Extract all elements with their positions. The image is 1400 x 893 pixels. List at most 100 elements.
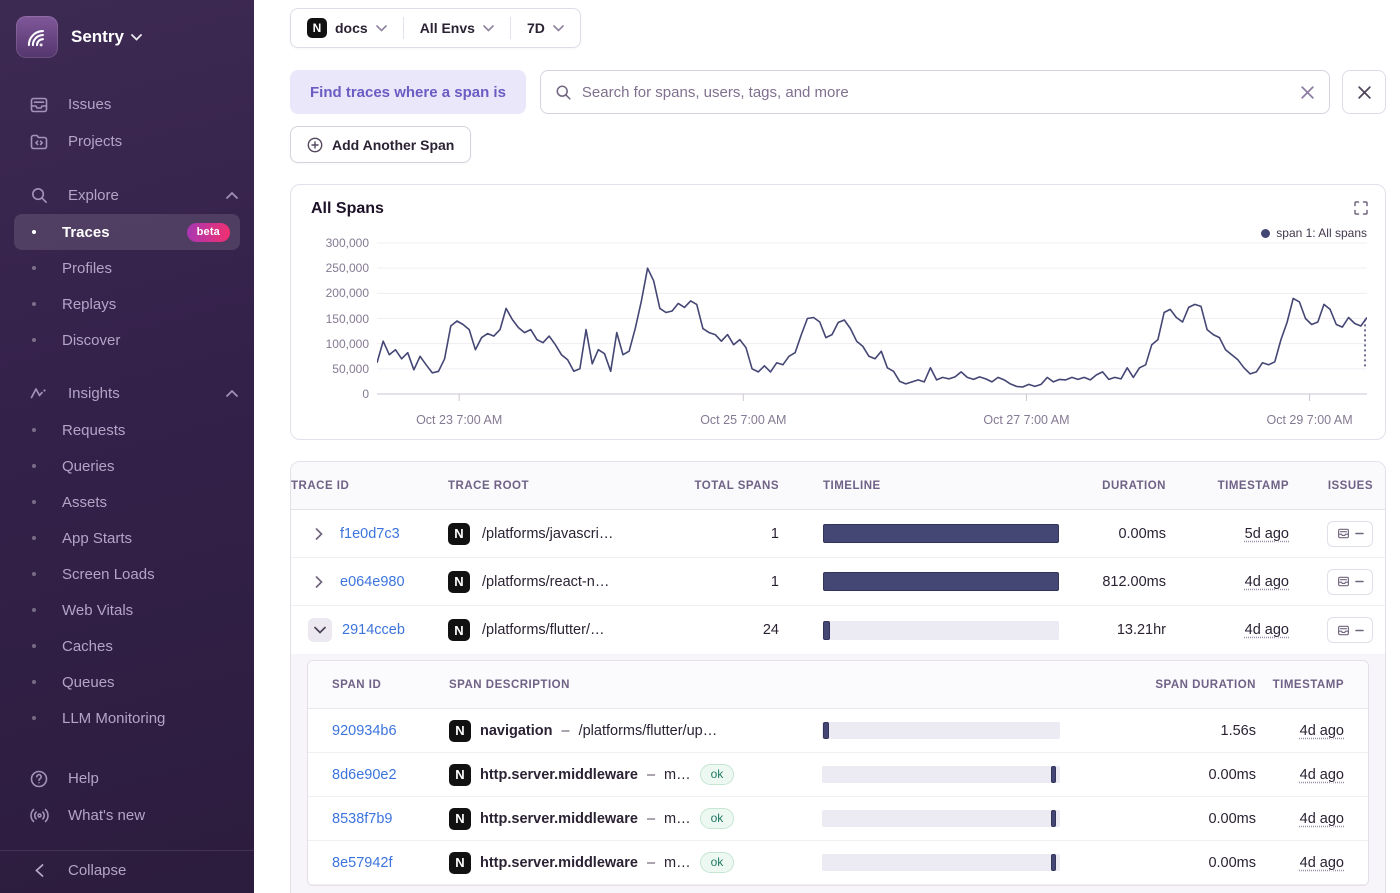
sidebar-item-label: Caches: [62, 638, 113, 655]
all-spans-chart-svg: [377, 239, 1367, 409]
sidebar-item-label: Replays: [62, 296, 116, 313]
sidebar-item-screen-loads[interactable]: Screen Loads: [14, 556, 240, 592]
issues-button[interactable]: [1327, 617, 1373, 643]
issues-button[interactable]: [1327, 569, 1373, 595]
add-another-span-label: Add Another Span: [332, 137, 454, 153]
sidebar-item-app-starts[interactable]: App Starts: [14, 520, 240, 556]
bullet-icon: [32, 680, 36, 684]
sidebar-group-label: Insights: [68, 385, 120, 402]
column-header[interactable]: DURATION: [1059, 480, 1166, 492]
sidebar-collapse-button[interactable]: Collapse: [0, 850, 254, 893]
sidebar-item-projects[interactable]: Projects: [0, 123, 254, 160]
sidebar-item-queries[interactable]: Queries: [14, 448, 240, 484]
sidebar-item-label: Issues: [68, 96, 111, 113]
collapse-chevron-down-icon[interactable]: [308, 618, 332, 642]
duration: 0.00ms: [1059, 526, 1166, 542]
span-description: m…: [664, 811, 691, 827]
chart-legend[interactable]: span 1: All spans: [1261, 226, 1367, 240]
expand-chevron-right-icon[interactable]: [308, 528, 330, 540]
column-header[interactable]: ISSUES: [1289, 480, 1386, 492]
timestamp[interactable]: 5d ago: [1245, 526, 1289, 542]
timestamp[interactable]: 4d ago: [1300, 723, 1344, 739]
timestamp[interactable]: 4d ago: [1245, 574, 1289, 590]
column-header[interactable]: TIMESTAMP: [1166, 480, 1289, 492]
sidebar-item-help[interactable]: Help: [0, 760, 254, 797]
nextjs-platform-icon: N: [448, 571, 470, 593]
span-id-link[interactable]: 920934b6: [332, 723, 397, 739]
timestamp[interactable]: 4d ago: [1300, 767, 1344, 783]
fullscreen-icon[interactable]: [1353, 200, 1369, 221]
column-header[interactable]: SPAN DESCRIPTION: [449, 679, 822, 691]
span-row: 8e57942f N http.server.middleware – m… o…: [308, 841, 1368, 885]
date-range-selector[interactable]: 7D: [511, 9, 580, 47]
project-selector[interactable]: N docs: [291, 9, 403, 47]
sidebar-item-assets[interactable]: Assets: [14, 484, 240, 520]
trace-id-link[interactable]: f1e0d7c3: [340, 526, 400, 542]
span-duration: 0.00ms: [1060, 767, 1256, 783]
sidebar-item-web-vitals[interactable]: Web Vitals: [14, 592, 240, 628]
column-header[interactable]: TIMELINE: [791, 480, 1059, 492]
environment-selector[interactable]: All Envs: [404, 9, 510, 47]
sidebar-item-label: Collapse: [68, 862, 126, 879]
sidebar-item-caches[interactable]: Caches: [14, 628, 240, 664]
add-another-span-button[interactable]: Add Another Span: [290, 126, 471, 163]
sidebar-item-label: App Starts: [62, 530, 132, 547]
issues-button[interactable]: [1327, 521, 1373, 547]
timestamp[interactable]: 4d ago: [1245, 622, 1289, 638]
sidebar-item-discover[interactable]: Discover: [14, 322, 240, 358]
x-tick-label: Oct 29 7:00 AM: [1266, 413, 1352, 427]
sidebar-item-traces[interactable]: Traces beta: [14, 214, 240, 250]
status-badge: ok: [700, 764, 735, 785]
column-header[interactable]: TRACE ID: [291, 480, 448, 492]
legend-label: span 1: All spans: [1276, 226, 1367, 240]
sidebar-item-profiles[interactable]: Profiles: [14, 250, 240, 286]
main-content: N docs All Envs 7D Find traces where a s…: [254, 0, 1400, 893]
column-header[interactable]: TIMESTAMP: [1256, 679, 1368, 691]
clear-search-icon[interactable]: [1300, 85, 1315, 100]
span-row: 8d6e90e2 N http.server.middleware – m… o…: [308, 753, 1368, 797]
find-traces-label: Find traces where a span is: [290, 70, 526, 114]
add-span-row: Add Another Span: [290, 126, 1386, 163]
timestamp[interactable]: 4d ago: [1300, 855, 1344, 871]
timestamp[interactable]: 4d ago: [1300, 811, 1344, 827]
org-switcher[interactable]: Sentry: [0, 10, 254, 60]
column-header[interactable]: SPAN DURATION: [1060, 679, 1256, 691]
total-spans: 1: [691, 574, 791, 590]
chart-title: All Spans: [311, 200, 384, 218]
sidebar-item-issues[interactable]: Issues: [0, 86, 254, 123]
environment-value: All Envs: [420, 20, 475, 36]
total-spans: 24: [691, 622, 791, 638]
expanded-trace-panel: SPAN ID SPAN DESCRIPTION SPAN DURATION T…: [291, 654, 1385, 893]
search-icon: [555, 84, 572, 101]
minus-icon: [1355, 580, 1364, 583]
sidebar-group-explore[interactable]: Explore: [0, 177, 254, 214]
remove-span-filter-button[interactable]: [1342, 70, 1386, 114]
sidebar-item-replays[interactable]: Replays: [14, 286, 240, 322]
spans-table-header: SPAN ID SPAN DESCRIPTION SPAN DURATION T…: [308, 661, 1368, 709]
sidebar-group-insights[interactable]: Insights: [0, 375, 254, 412]
status-badge: ok: [700, 808, 735, 829]
column-header[interactable]: TRACE ROOT: [448, 480, 691, 492]
separator: –: [562, 723, 570, 739]
sidebar-item-label: Screen Loads: [62, 566, 155, 583]
span-id-link[interactable]: 8d6e90e2: [332, 767, 397, 783]
column-header[interactable]: SPAN ID: [308, 679, 449, 691]
span-id-link[interactable]: 8e57942f: [332, 855, 392, 871]
nextjs-platform-icon: N: [449, 808, 471, 830]
minus-icon: [1355, 532, 1364, 535]
sidebar-item-queues[interactable]: Queues: [14, 664, 240, 700]
sidebar-item-whats-new[interactable]: What's new: [0, 797, 254, 834]
projects-icon: [28, 132, 50, 152]
trace-id-link[interactable]: 2914cceb: [342, 622, 405, 638]
expand-chevron-right-icon[interactable]: [308, 576, 330, 588]
sidebar-item-llm-monitoring[interactable]: LLM Monitoring: [14, 700, 240, 736]
column-header[interactable]: TOTAL SPANS: [691, 480, 791, 492]
y-tick-label: 150,000: [326, 312, 369, 326]
sidebar-item-requests[interactable]: Requests: [14, 412, 240, 448]
chart-plot[interactable]: [377, 239, 1367, 409]
span-search-input[interactable]: [582, 84, 1290, 101]
trace-id-link[interactable]: e064e980: [340, 574, 405, 590]
sidebar-nav: Issues Projects Explore Traces beta: [0, 86, 254, 736]
page-filter-bar: N docs All Envs 7D: [290, 8, 581, 48]
span-id-link[interactable]: 8538f7b9: [332, 811, 392, 827]
